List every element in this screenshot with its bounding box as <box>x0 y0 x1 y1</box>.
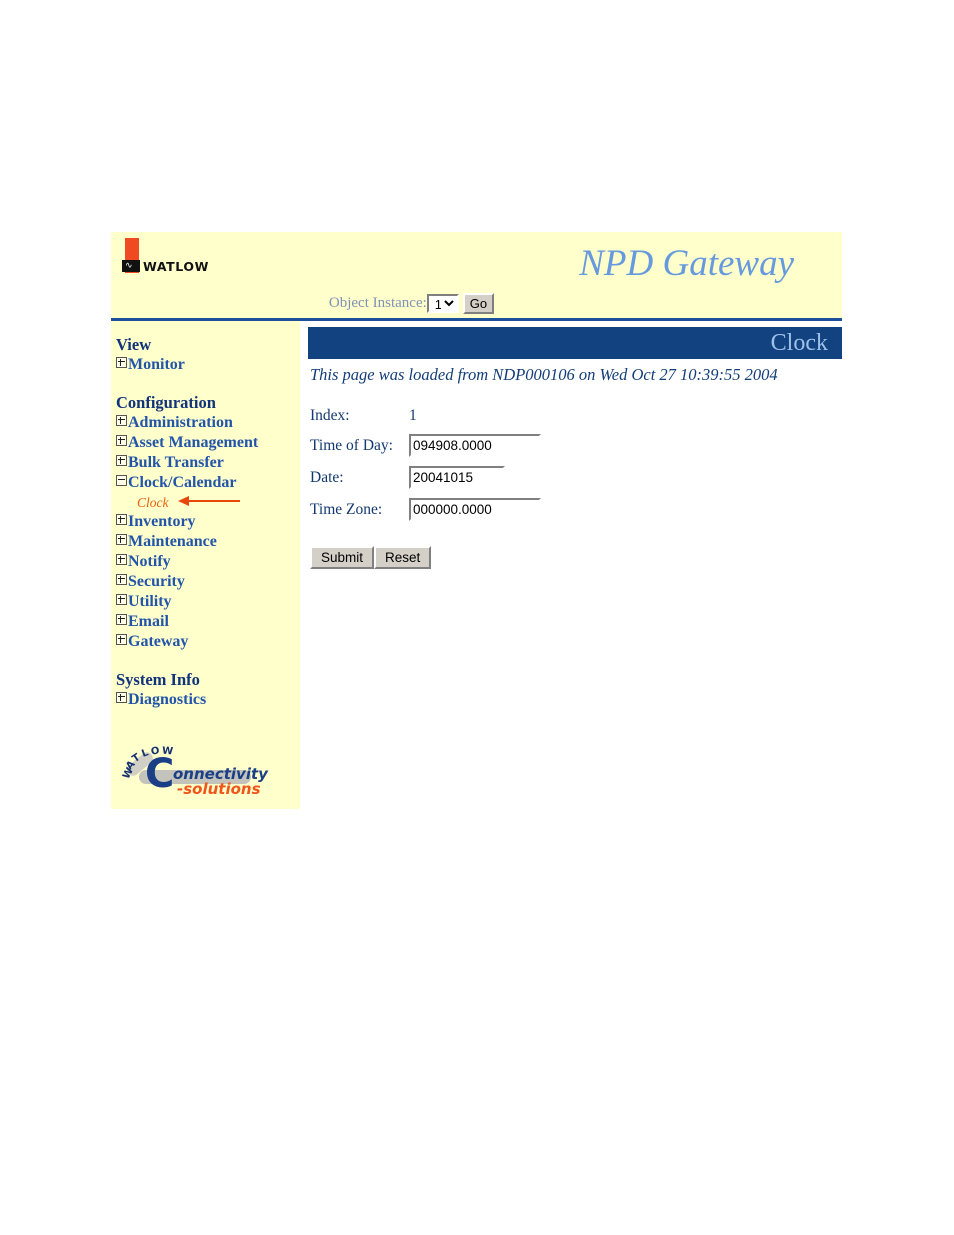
sidebar-item-security[interactable]: Security <box>115 572 300 592</box>
expand-plus-icon[interactable] <box>116 435 127 446</box>
form-row-date: Date: <box>310 466 541 498</box>
sidebar-item-bulk-transfer[interactable]: Bulk Transfer <box>115 453 300 473</box>
sidebar-subitem-clock[interactable]: Clock <box>115 493 300 512</box>
content-title-bar: Clock <box>308 327 842 359</box>
field-label: Time of Day: <box>310 436 393 454</box>
sidebar-item-maintenance[interactable]: Maintenance <box>115 532 300 552</box>
sidebar-item-diagnostics[interactable]: Diagnostics <box>115 690 300 710</box>
expand-plus-icon[interactable] <box>116 455 127 466</box>
sidebar-item-label: Notify <box>128 553 171 570</box>
sidebar-item-label: Maintenance <box>128 533 217 550</box>
sidebar-heading-view: View <box>116 335 152 354</box>
expand-plus-icon[interactable] <box>116 634 127 645</box>
object-instance-bar: Object Instance: 1 Go <box>111 293 842 314</box>
main-content: Clock This page was loaded from NDP00010… <box>300 321 842 569</box>
field-cell <box>408 466 541 498</box>
sidebar-item-label: Email <box>128 613 169 630</box>
expand-plus-icon[interactable] <box>116 357 127 368</box>
sidebar-item-notify[interactable]: Notify <box>115 552 300 572</box>
form-row-index: Index: 1 <box>310 407 541 434</box>
sidebar-heading-configuration: Configuration <box>116 393 216 412</box>
gateway-page: ∿ WATLOW NPD Gateway Object Instance: 1 … <box>111 232 842 809</box>
sidebar-item-clock-calendar[interactable]: Clock/Calendar <box>115 473 300 493</box>
sidebar-item-monitor[interactable]: Monitor <box>115 355 300 375</box>
watlow-brand-text: WATLOW <box>143 259 209 274</box>
clock-form: Index: 1 Time of Day: Date: Time Zon <box>310 407 541 530</box>
time-of-day-input[interactable] <box>408 434 541 457</box>
sidebar-item-label: Administration <box>128 414 233 431</box>
index-value: 1 <box>408 407 417 424</box>
sidebar-item-label: Security <box>128 573 185 590</box>
field-label: Date: <box>310 468 344 486</box>
sidebar-item-label: Utility <box>128 593 172 610</box>
sidebar-item-asset-management[interactable]: Asset Management <box>115 433 300 453</box>
field-cell <box>408 498 541 530</box>
watlow-squiggle-icon: ∿ <box>125 261 133 271</box>
logo-letter-c: C <box>145 751 175 797</box>
sidebar-item-inventory[interactable]: Inventory <box>115 512 300 532</box>
sidebar-subitem-label: Clock <box>137 495 169 510</box>
sidebar-item-email[interactable]: Email <box>115 612 300 632</box>
time-zone-input[interactable] <box>408 498 541 521</box>
form-button-row: Submit Reset <box>310 546 842 569</box>
expand-plus-icon[interactable] <box>116 574 127 585</box>
sidebar-heading-system-info: System Info <box>116 670 200 689</box>
sidebar: View Monitor Configuration Administratio… <box>111 321 300 809</box>
date-input[interactable] <box>408 466 505 489</box>
page-header: ∿ WATLOW NPD Gateway Object Instance: 1 … <box>111 232 842 321</box>
collapse-minus-icon[interactable] <box>116 475 127 486</box>
field-label: Time Zone: <box>310 500 383 518</box>
expand-plus-icon[interactable] <box>116 554 127 565</box>
expand-plus-icon[interactable] <box>116 614 127 625</box>
sidebar-item-label: Monitor <box>128 356 185 373</box>
field-label: Index: <box>310 407 350 424</box>
object-instance-select[interactable]: 1 <box>426 294 459 313</box>
expand-plus-icon[interactable] <box>116 415 127 426</box>
sidebar-item-utility[interactable]: Utility <box>115 592 300 612</box>
expand-plus-icon[interactable] <box>116 594 127 605</box>
expand-plus-icon[interactable] <box>116 514 127 525</box>
page-title: NPD Gateway <box>579 243 794 284</box>
expand-plus-icon[interactable] <box>116 692 127 703</box>
expand-plus-icon[interactable] <box>116 534 127 545</box>
go-button[interactable]: Go <box>462 293 495 314</box>
submit-button[interactable]: Submit <box>310 546 375 569</box>
sidebar-item-label: Diagnostics <box>128 691 207 708</box>
form-row-time-of-day: Time of Day: <box>310 434 541 466</box>
watlow-logo-icon: ∿ WATLOW <box>119 238 211 276</box>
sidebar-item-label: Gateway <box>128 633 189 650</box>
sidebar-item-label: Inventory <box>128 513 196 530</box>
form-row-time-zone: Time Zone: <box>310 498 541 530</box>
logo-solutions-text: -solutions <box>177 780 261 798</box>
object-instance-label: Object Instance: <box>328 295 427 311</box>
annotation-arrow-icon <box>177 496 240 506</box>
sidebar-item-label: Asset Management <box>128 434 259 451</box>
page-loaded-message: This page was loaded from NDP000106 on W… <box>310 365 778 384</box>
sidebar-item-label: Clock/Calendar <box>128 474 237 491</box>
content-title: Clock <box>770 330 828 356</box>
field-cell <box>408 434 541 466</box>
sidebar-item-label: Bulk Transfer <box>128 454 224 471</box>
sidebar-item-gateway[interactable]: Gateway <box>115 632 300 652</box>
reset-button[interactable]: Reset <box>374 546 432 569</box>
sidebar-item-administration[interactable]: Administration <box>115 413 300 433</box>
page-body: View Monitor Configuration Administratio… <box>111 321 842 809</box>
connectivity-solutions-logo: W A T L O W C onnectivity -solutions <box>121 744 268 800</box>
